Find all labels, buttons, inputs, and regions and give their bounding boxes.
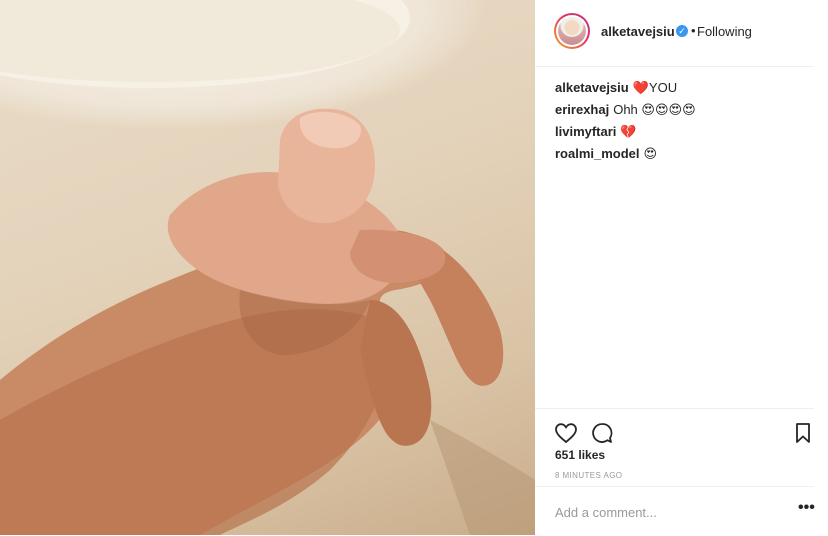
comment-username[interactable]: erirexhaj bbox=[555, 102, 609, 117]
add-comment-section: ••• bbox=[535, 486, 815, 536]
comment-item: alketavejsiu ❤️YOU bbox=[555, 77, 815, 99]
comment-item: erirexhaj Ohh 😍😍😍😍 bbox=[555, 99, 815, 121]
comment-username[interactable]: roalmi_model bbox=[555, 146, 640, 161]
comment-text: YOU bbox=[648, 80, 678, 95]
post-header: alketavejsiu ✓ • Following bbox=[535, 0, 814, 67]
avatar[interactable] bbox=[554, 13, 590, 49]
author-username[interactable]: alketavejsiu bbox=[601, 24, 675, 39]
heart-eyes-emoji: 😍 bbox=[643, 146, 658, 161]
likes-count[interactable]: 651 likes bbox=[555, 448, 605, 462]
following-button[interactable]: Following bbox=[697, 24, 752, 39]
comment-text: Ohh bbox=[613, 102, 638, 117]
action-bar bbox=[535, 408, 814, 444]
post-image[interactable] bbox=[0, 0, 535, 535]
hands-photo bbox=[0, 0, 535, 535]
comment-item: roalmi_model 😍 bbox=[555, 143, 815, 165]
save-bookmark-icon[interactable] bbox=[791, 421, 815, 445]
comment-item: livimyftari 💔 bbox=[555, 121, 815, 143]
avatar-image bbox=[558, 17, 586, 45]
heart-eyes-emoji: 😍😍😍😍 bbox=[641, 102, 696, 117]
broken-heart-emoji: 💔 bbox=[620, 124, 637, 139]
post-sidebar: alketavejsiu ✓ • Following alketavejsiu ❤… bbox=[535, 0, 828, 535]
post-timestamp[interactable]: 8 MINUTES AGO bbox=[555, 471, 622, 480]
comment-username[interactable]: alketavejsiu bbox=[555, 80, 629, 95]
comment-list: alketavejsiu ❤️YOU erirexhaj Ohh 😍😍😍😍 livi… bbox=[555, 77, 815, 165]
separator-dot: • bbox=[691, 23, 696, 38]
like-heart-icon[interactable] bbox=[554, 421, 578, 445]
verified-badge-icon: ✓ bbox=[676, 25, 688, 37]
heart-emoji: ❤️ bbox=[632, 80, 649, 95]
more-options-icon[interactable]: ••• bbox=[798, 499, 815, 517]
comment-bubble-icon[interactable] bbox=[590, 421, 614, 445]
add-comment-input[interactable] bbox=[553, 501, 777, 523]
comment-username[interactable]: livimyftari bbox=[555, 124, 616, 139]
